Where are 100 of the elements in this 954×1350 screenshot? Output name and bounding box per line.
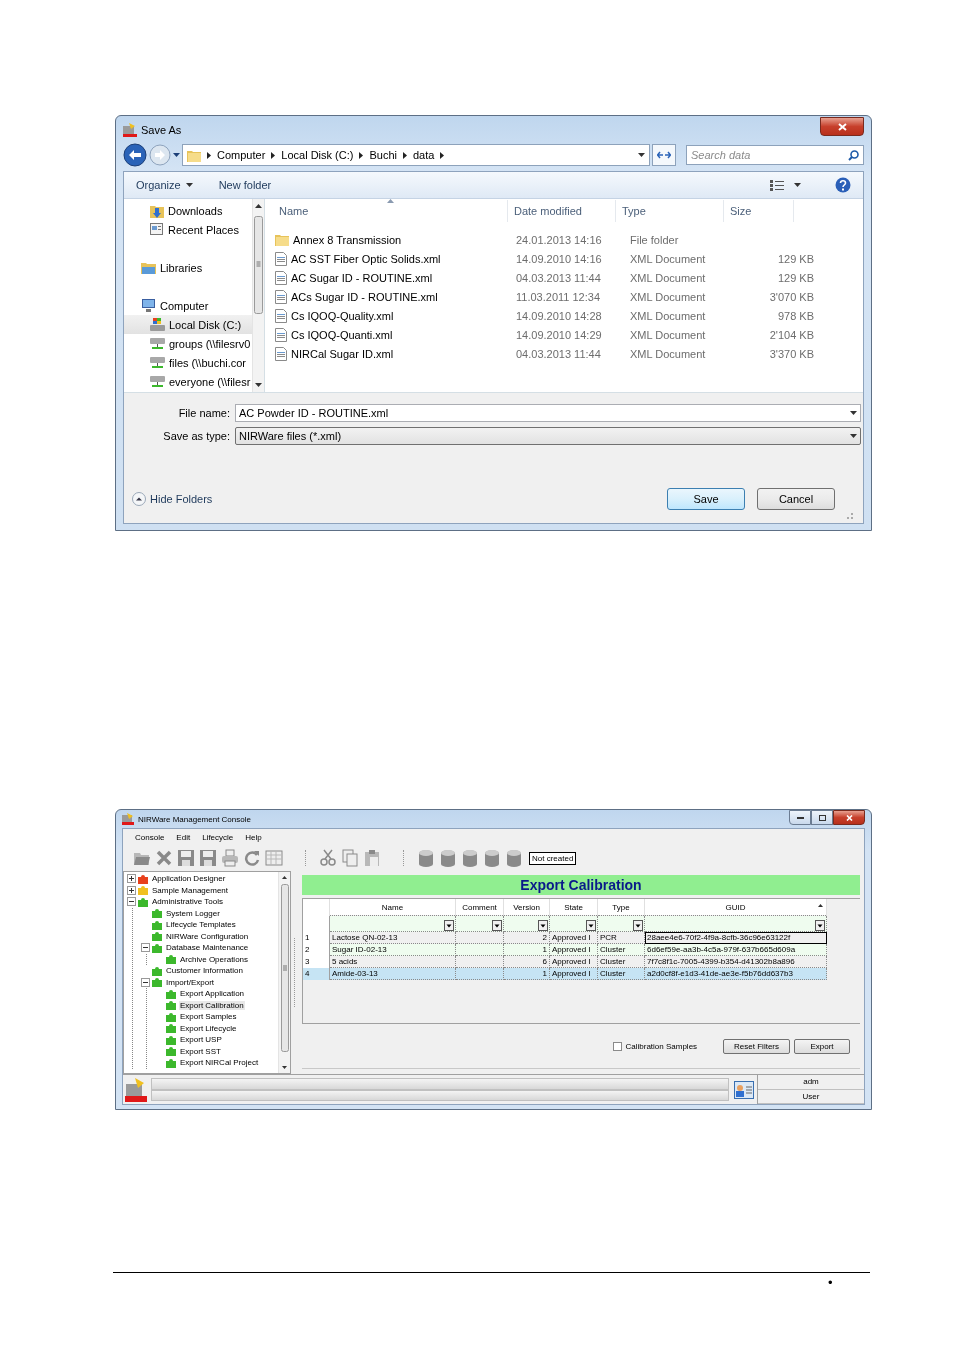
new-folder-button[interactable]: New folder (218, 179, 272, 191)
tree-item[interactable]: Export Application (179, 989, 246, 999)
hide-folders-button[interactable]: Hide Folders (132, 492, 213, 506)
collapse-icon[interactable] (141, 977, 150, 987)
scroll-down-icon[interactable] (282, 1066, 287, 1069)
caret-icon[interactable] (794, 183, 801, 187)
scroll-up-icon[interactable] (255, 204, 262, 208)
caret-icon[interactable] (850, 433, 857, 438)
file-name[interactable]: AC Sugar ID - ROUTINE.xml (291, 271, 433, 284)
back-button[interactable] (123, 143, 147, 167)
nav-item[interactable]: everyone (\\filesr (169, 375, 251, 388)
database-icon[interactable] (461, 849, 479, 867)
nav-item-highlight[interactable]: groups (\\filesrv0 (124, 334, 252, 353)
help-icon[interactable] (835, 177, 851, 193)
dialog-button[interactable]: Cancel (757, 488, 835, 510)
tree-item[interactable]: Export SST (179, 1046, 222, 1056)
filter-dropdown[interactable] (492, 920, 502, 931)
collapse-icon[interactable] (127, 897, 136, 907)
breadcrumb-item[interactable]: data (412, 149, 435, 161)
scroll-thumb[interactable] (280, 884, 289, 1052)
menu-item[interactable]: Help (245, 832, 262, 842)
column-header[interactable]: Size (724, 200, 794, 222)
tree-item[interactable]: Export Samples (179, 1012, 238, 1022)
type-dropdown[interactable]: NIRWare files (*.xml) (235, 426, 861, 445)
scroll-thumb[interactable] (254, 216, 263, 314)
checkbox-label[interactable]: Calibration Samples (625, 1041, 698, 1051)
tree-item[interactable]: Sample Management (151, 885, 230, 895)
delete-icon[interactable] (155, 849, 173, 867)
file-name[interactable]: AC SST Fiber Optic Solids.xml (291, 252, 441, 265)
database-icon[interactable] (483, 849, 501, 867)
breadcrumb-item[interactable]: Buchi (369, 149, 397, 161)
minimize-button[interactable] (789, 810, 811, 825)
caret-icon[interactable] (850, 410, 857, 415)
tree-item[interactable]: NIRWare Configuration (165, 931, 250, 941)
nav-item-highlight[interactable]: Local Disk (C:) (124, 315, 252, 334)
column-header[interactable]: Type (616, 200, 724, 222)
refresh-icon[interactable] (243, 849, 261, 867)
tree-item[interactable]: Export USP (179, 1035, 223, 1045)
nav-item-highlight[interactable]: Computer (124, 296, 252, 315)
nav-item-highlight[interactable]: Recent Places (124, 220, 252, 239)
collapse-icon[interactable] (141, 943, 150, 953)
file-name[interactable]: Cs IQOQ-Quality.xml (291, 309, 394, 322)
menu-item[interactable]: Console (135, 832, 165, 842)
nav-item-highlight[interactable]: Libraries (124, 258, 252, 277)
tree-item[interactable]: Customer Information (165, 966, 244, 976)
breadcrumb-item[interactable]: Local Disk (C:) (281, 149, 354, 161)
panel-button[interactable]: Export (794, 1038, 850, 1054)
dialog-button[interactable]: Save (667, 488, 745, 510)
column-header[interactable]: Name (329, 899, 456, 916)
database-icon[interactable] (417, 849, 435, 867)
tree-item[interactable]: Export NIRCal Project (179, 1058, 260, 1068)
splitter-handle[interactable] (293, 937, 296, 1008)
tree-item[interactable]: Lifecycle Templates (165, 920, 237, 930)
nav-item[interactable]: Computer (160, 299, 209, 312)
nav-item[interactable]: Libraries (160, 261, 203, 274)
nav-item[interactable]: Local Disk (C:) (169, 318, 242, 331)
scissors-icon[interactable] (319, 849, 337, 867)
column-header[interactable]: Version (503, 899, 550, 916)
search-field[interactable]: Search data (686, 145, 864, 165)
filter-dropdown[interactable] (586, 920, 596, 931)
file-name-field[interactable]: AC Powder ID - ROUTINE.xml (235, 403, 861, 422)
filter-dropdown[interactable] (633, 920, 643, 931)
menu-item[interactable]: Edit (176, 832, 191, 842)
checkbox[interactable] (612, 1041, 622, 1051)
tree-item[interactable]: Export Lifecycle (179, 1023, 238, 1033)
scroll-down-icon[interactable] (255, 383, 262, 387)
caret-icon[interactable] (638, 153, 645, 157)
column-header[interactable]: Date modified (508, 200, 616, 222)
tree-item[interactable]: System Logger (165, 908, 221, 918)
nav-item[interactable]: Downloads (168, 204, 223, 217)
panel-button[interactable]: Reset Filters (723, 1038, 790, 1054)
refresh-button[interactable] (652, 144, 676, 166)
column-header[interactable]: State (549, 899, 598, 916)
tree-item[interactable]: Administrative Tools (151, 897, 224, 907)
nav-item[interactable]: Recent Places (168, 223, 239, 236)
menu-item[interactable]: Lifecycle (202, 832, 234, 842)
column-header[interactable]: Comment (455, 899, 504, 916)
column-header[interactable]: GUID (644, 899, 827, 916)
clipboard-icon[interactable] (363, 849, 381, 867)
breadcrumb-item[interactable]: Computer (217, 149, 266, 161)
nav-item-highlight[interactable]: files (\\buchi.cor (124, 353, 252, 372)
tree-item[interactable]: Export Calibration (179, 1000, 245, 1010)
expand-icon[interactable] (127, 874, 136, 884)
column-header[interactable]: Type (597, 899, 645, 916)
organize-menu[interactable]: Organize (136, 179, 193, 191)
nav-item-highlight[interactable]: everyone (\\filesr (124, 372, 252, 391)
tree-item[interactable]: Application Designer (151, 874, 227, 884)
close-button[interactable] (820, 117, 864, 136)
tree-item[interactable]: Archive Operations (179, 954, 250, 964)
expand-icon[interactable] (127, 885, 136, 895)
filter-dropdown[interactable] (444, 920, 454, 931)
database-icon[interactable] (505, 849, 523, 867)
maximize-button[interactable] (811, 810, 833, 825)
filter-dropdown[interactable] (815, 920, 825, 931)
scrollbar[interactable] (252, 199, 264, 392)
address-bar[interactable]: Computer Local Disk (C:) Buchi data (182, 144, 650, 166)
filter-dropdown[interactable] (538, 920, 548, 931)
caret-icon[interactable] (173, 153, 180, 157)
file-name[interactable]: Cs IQOQ-Quanti.xml (291, 328, 393, 341)
database-icon[interactable] (439, 849, 457, 867)
